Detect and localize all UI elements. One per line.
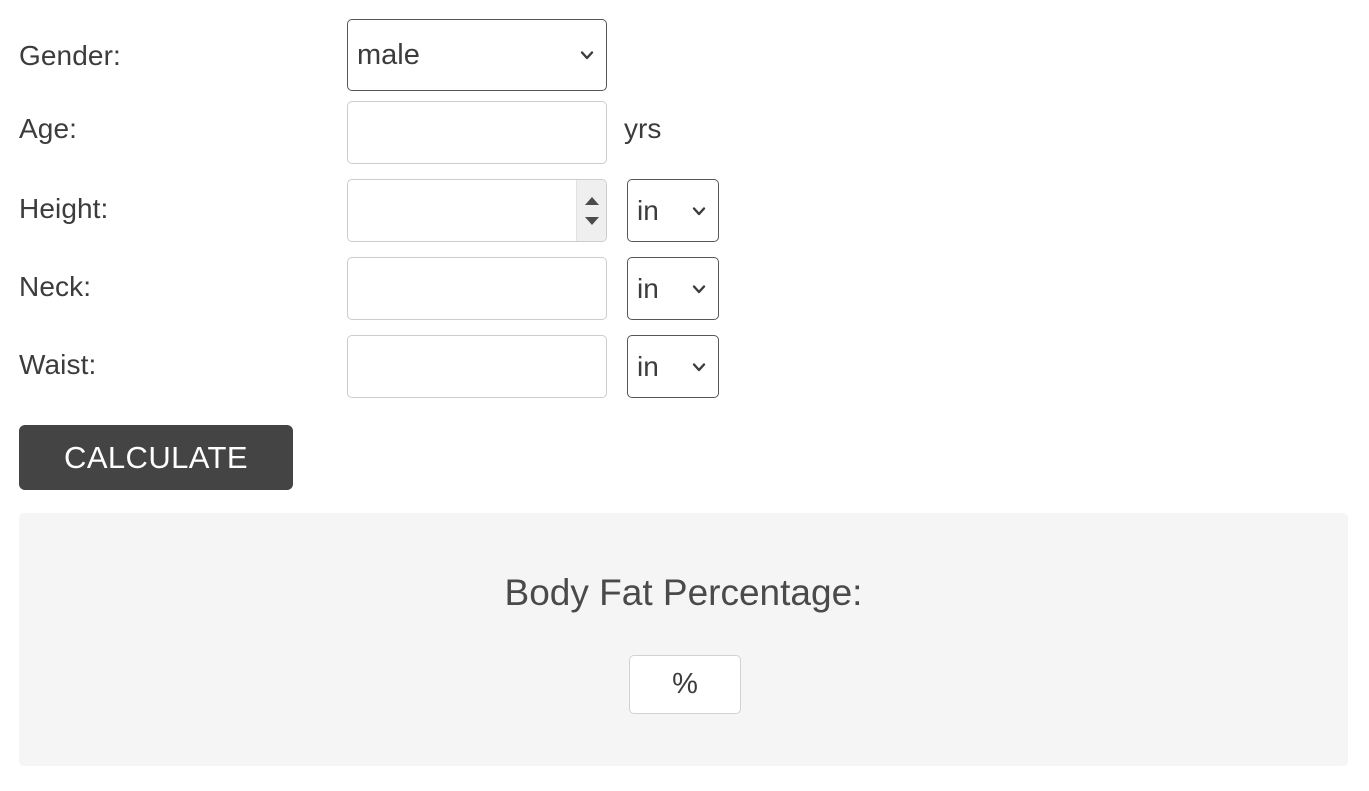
form-row-gender: Gender: male female bbox=[0, 14, 1369, 92]
height-input[interactable] bbox=[347, 179, 607, 242]
neck-unit-select-wrap: in cm bbox=[627, 257, 719, 320]
form-row-waist: Waist: in cm bbox=[0, 326, 1369, 404]
age-input[interactable] bbox=[347, 101, 607, 164]
label-gender: Gender: bbox=[19, 40, 121, 71]
neck-field-col bbox=[347, 257, 607, 320]
form-row-height: Height: in cm bbox=[0, 170, 1369, 248]
height-stepper[interactable] bbox=[576, 180, 606, 241]
label-neck: Neck: bbox=[19, 271, 92, 302]
form-row-age: Age: yrs bbox=[0, 92, 1369, 170]
waist-field-col bbox=[347, 335, 607, 398]
stepper-down-icon[interactable] bbox=[584, 216, 599, 225]
waist-unit-select[interactable]: in cm bbox=[627, 335, 719, 398]
percent-symbol: % bbox=[672, 668, 698, 700]
height-unit-select[interactable]: in cm bbox=[627, 179, 719, 242]
label-height: Height: bbox=[19, 193, 109, 224]
age-unit-label: yrs bbox=[624, 113, 662, 144]
form-row-neck: Neck: in cm bbox=[0, 248, 1369, 326]
stepper-up-icon[interactable] bbox=[584, 196, 599, 205]
label-age: Age: bbox=[19, 113, 77, 144]
gender-field-col: male female bbox=[347, 19, 607, 91]
waist-unit-col: in cm bbox=[627, 335, 719, 398]
height-field-col bbox=[347, 179, 607, 242]
result-title: Body Fat Percentage: bbox=[504, 572, 863, 613]
height-input-wrap bbox=[347, 179, 607, 242]
height-unit-select-wrap: in cm bbox=[627, 179, 719, 242]
gender-select-wrap: male female bbox=[347, 19, 607, 91]
waist-input[interactable] bbox=[347, 335, 607, 398]
waist-unit-select-wrap: in cm bbox=[627, 335, 719, 398]
height-unit-col: in cm bbox=[627, 179, 719, 242]
result-panel: Body Fat Percentage: % bbox=[19, 513, 1348, 766]
calculate-button[interactable]: CALCULATE bbox=[19, 425, 293, 490]
neck-unit-col: in cm bbox=[627, 257, 719, 320]
gender-select[interactable]: male female bbox=[347, 19, 607, 91]
body-fat-calculator: Gender: male female Age: yrs bbox=[0, 0, 1369, 791]
label-waist: Waist: bbox=[19, 349, 97, 380]
neck-input[interactable] bbox=[347, 257, 607, 320]
result-value-box: % bbox=[629, 655, 741, 714]
age-field-col bbox=[347, 101, 607, 164]
neck-unit-select[interactable]: in cm bbox=[627, 257, 719, 320]
